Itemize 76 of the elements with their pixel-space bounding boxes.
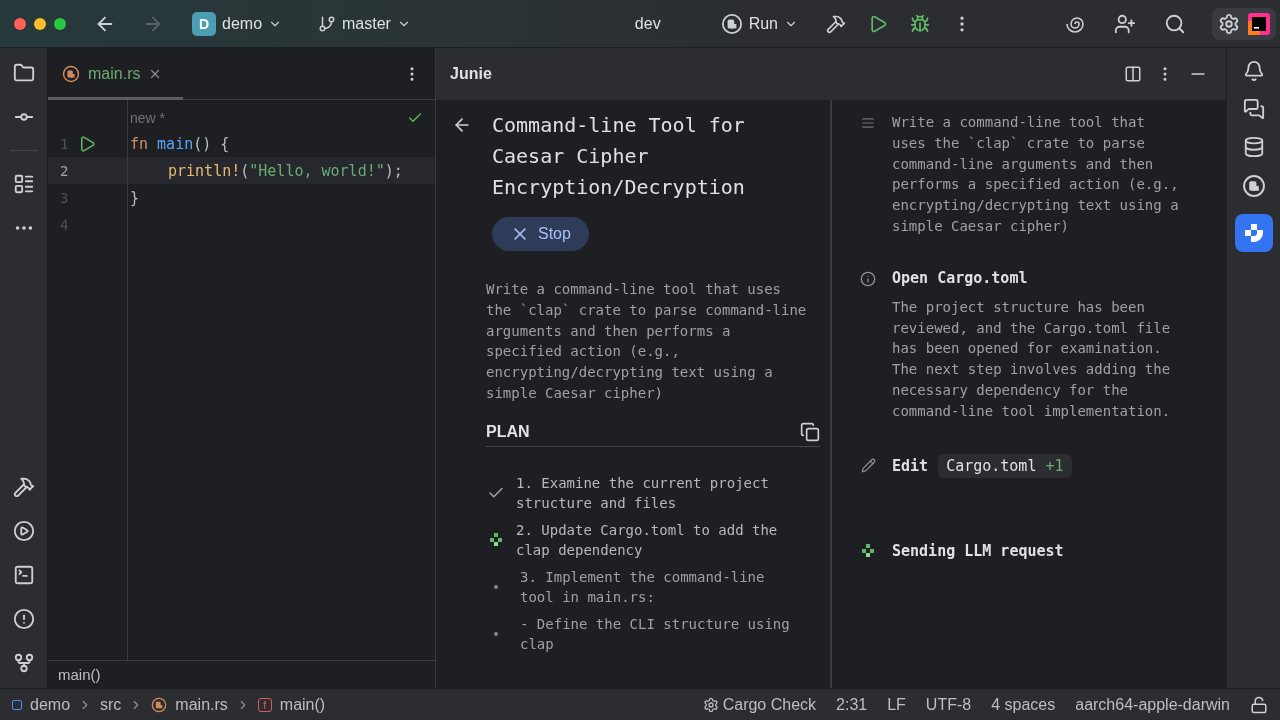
- code-line: println!("Hello, world!");: [168, 161, 403, 180]
- file-tab[interactable]: main.rs: [62, 48, 163, 99]
- folder-icon[interactable]: [12, 62, 35, 84]
- code-line: }: [130, 188, 140, 207]
- step-text: The project structure has been reviewed, and the Cargo.toml file has been opened for examination. The next step involves adding the necessary dependency for the command-line tool implementation.: [892, 297, 1172, 421]
- branch-icon: [318, 14, 337, 33]
- status-item[interactable]: UTF-8: [925, 695, 972, 714]
- file-status-label: new *: [130, 110, 166, 126]
- problems-icon[interactable]: [12, 608, 35, 630]
- gear-circle-icon: [62, 64, 80, 83]
- code-line: fn main() {: [130, 134, 230, 153]
- panel-title: Junie: [450, 65, 493, 83]
- function-icon: f: [257, 697, 272, 712]
- breadcrumb[interactable]: main(): [58, 666, 101, 683]
- plan-item: 2. Update Cargo.toml to add the clap dependency: [516, 520, 779, 561]
- square-icon: [12, 699, 22, 710]
- status-item[interactable]: aarch64-apple-darwin: [1075, 695, 1230, 714]
- gear-circle-icon: [720, 12, 743, 35]
- breadcrumb[interactable]: main.rs: [175, 695, 228, 714]
- stop-button[interactable]: Stop: [492, 217, 589, 251]
- pencil-icon: [860, 457, 876, 473]
- project-selector[interactable]: D demo: [186, 7, 289, 40]
- config-selector[interactable]: dev: [628, 10, 667, 37]
- git-icon[interactable]: [12, 652, 35, 674]
- step-title: Open Cargo.toml: [892, 268, 1029, 287]
- step-title: Edit: [892, 456, 929, 475]
- plan-item: - Define the CLI structure using clap: [519, 614, 791, 655]
- database-icon[interactable]: [1242, 136, 1265, 158]
- zoom-button[interactable]: [54, 17, 66, 30]
- lines-icon: [861, 116, 875, 130]
- gear-circle-icon[interactable]: [1241, 174, 1266, 198]
- bell-icon[interactable]: [1242, 60, 1265, 82]
- run-icon[interactable]: [868, 13, 888, 34]
- services-icon[interactable]: [12, 520, 35, 542]
- structure-icon[interactable]: [12, 173, 35, 195]
- copy-icon[interactable]: [800, 421, 820, 442]
- step-title: Sending LLM request: [892, 541, 1064, 560]
- gear-circle-icon: [151, 696, 168, 713]
- plan-item: 1. Examine the current project structure and files: [516, 473, 770, 514]
- status-item[interactable]: Cargo Check: [722, 695, 817, 714]
- spinner-icon: [861, 543, 875, 558]
- lock-icon[interactable]: [1250, 695, 1268, 714]
- status-item[interactable]: LF: [887, 695, 906, 714]
- cog-icon: [702, 696, 719, 713]
- terminal-icon[interactable]: [12, 564, 35, 586]
- line-number: 2: [60, 162, 70, 179]
- assistant-icon[interactable]: [1234, 214, 1273, 252]
- run-icon[interactable]: [78, 134, 96, 153]
- minimize-button[interactable]: [34, 17, 46, 30]
- add-user-icon[interactable]: [1114, 12, 1136, 35]
- task-description: Write a command-line tool that uses the `clap` crate to parse command-line arguments and then performs a specified action (e.g., encrypting/decrypting text using a simple Caesar cipher): [486, 280, 808, 403]
- plan-item: 3. Implement the command-line tool in main.rs:: [519, 567, 766, 608]
- info-icon: [860, 270, 876, 287]
- split-icon[interactable]: [1124, 65, 1142, 83]
- app-icon[interactable]: [1248, 12, 1270, 35]
- bullet-icon: [494, 632, 498, 637]
- breadcrumb[interactable]: demo: [30, 695, 71, 714]
- hammer-icon[interactable]: [826, 13, 846, 34]
- breadcrumb[interactable]: main(): [279, 695, 326, 714]
- status-item[interactable]: 4 spaces: [991, 695, 1056, 714]
- hammer-icon[interactable]: [12, 476, 35, 498]
- task-title: Command-line Tool for Caesar Cipher Encryption/Decryption: [492, 112, 746, 201]
- branch-selector[interactable]: master: [312, 10, 417, 37]
- spinner-icon: [489, 533, 503, 548]
- bullet-icon: [494, 585, 498, 590]
- search-icon[interactable]: [1164, 12, 1186, 35]
- close-button[interactable]: [14, 17, 26, 30]
- file-chip[interactable]: Cargo.toml +1: [938, 453, 1072, 478]
- plan-heading: PLAN: [486, 422, 530, 441]
- task-text: Write a command-line tool that uses the `clap` crate to parse command-line arguments and then performs a specified action (e.g., encrypting/decrypting text using a simple Caesar cipher): [892, 113, 1180, 236]
- status-item[interactable]: 2:31: [836, 695, 868, 714]
- chat-icon[interactable]: [1242, 98, 1265, 120]
- breadcrumb[interactable]: src: [100, 695, 122, 714]
- run-selector[interactable]: Run: [714, 8, 804, 39]
- bug-icon[interactable]: [910, 13, 930, 34]
- settings-icon[interactable]: [1218, 12, 1240, 35]
